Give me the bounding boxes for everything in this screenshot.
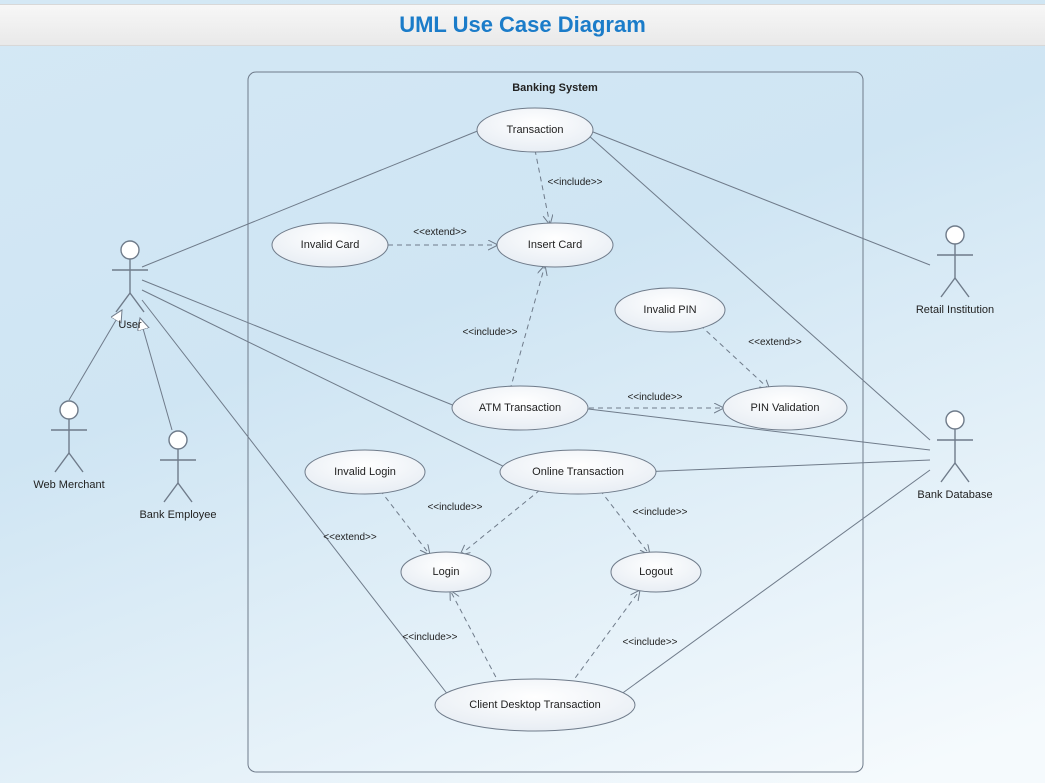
usecase-invalid-login-label: Invalid Login xyxy=(334,466,396,478)
actor-bank-database: Bank Database xyxy=(917,411,992,501)
usecase-invalid-card-label: Invalid Card xyxy=(301,239,360,251)
usecase-client-desktop-transaction: Client Desktop Transaction xyxy=(435,679,635,731)
actor-bank-database-label: Bank Database xyxy=(917,489,992,501)
actor-retail-institution-label: Retail Institution xyxy=(916,304,994,316)
assoc-user-atm xyxy=(142,280,460,408)
label-include-6: <<include>> xyxy=(402,632,457,643)
label-extend-3: <<extend>> xyxy=(323,532,377,543)
usecase-logout: Logout xyxy=(611,552,701,592)
actor-web-merchant: Web Merchant xyxy=(33,401,104,491)
gen-bankemployee-user xyxy=(140,318,172,430)
dep-online-logout xyxy=(600,490,650,555)
usecase-atm-transaction-label: ATM Transaction xyxy=(479,402,561,414)
label-extend-2: <<extend>> xyxy=(748,337,802,348)
usecase-insert-card-label: Insert Card xyxy=(528,239,582,251)
label-include-4: <<include>> xyxy=(427,502,482,513)
usecase-online-transaction-label: Online Transaction xyxy=(532,466,624,478)
dep-online-login xyxy=(460,490,540,555)
actor-user-label: User xyxy=(118,319,142,331)
usecase-login: Login xyxy=(401,552,491,592)
usecase-login-label: Login xyxy=(433,566,460,578)
usecase-atm-transaction: ATM Transaction xyxy=(452,386,588,430)
assoc-db-online xyxy=(640,460,930,472)
assoc-retail-transaction xyxy=(588,130,930,265)
dep-invalidlogin-login xyxy=(380,490,430,555)
label-include-1: <<include>> xyxy=(547,177,602,188)
usecase-online-transaction: Online Transaction xyxy=(500,450,656,494)
label-include-3: <<include>> xyxy=(627,392,682,403)
usecase-invalid-pin-label: Invalid PIN xyxy=(643,304,696,316)
usecase-insert-card: Insert Card xyxy=(497,223,613,267)
actor-bank-employee-label: Bank Employee xyxy=(139,509,216,521)
label-extend-1: <<extend>> xyxy=(413,227,467,238)
assoc-user-online xyxy=(142,290,515,472)
usecase-invalid-login: Invalid Login xyxy=(305,450,425,494)
diagram-canvas: Banking System <<include>> <<extend>> <<… xyxy=(0,0,1045,783)
label-include-7: <<include>> xyxy=(622,637,677,648)
usecase-invalid-pin: Invalid PIN xyxy=(615,288,725,332)
usecase-pin-validation: PIN Validation xyxy=(723,386,847,430)
usecase-invalid-card: Invalid Card xyxy=(272,223,388,267)
actor-retail-institution: Retail Institution xyxy=(916,226,994,316)
dep-invalidpin-pin xyxy=(700,325,770,390)
usecase-client-desktop-label: Client Desktop Transaction xyxy=(469,699,600,711)
usecase-pin-validation-label: PIN Validation xyxy=(751,402,820,414)
usecase-transaction-label: Transaction xyxy=(506,124,563,136)
actor-web-merchant-label: Web Merchant xyxy=(33,479,104,491)
gen-webmerchant-user xyxy=(69,310,122,400)
label-include-5: <<include>> xyxy=(632,507,687,518)
label-include-2: <<include>> xyxy=(462,327,517,338)
usecase-transaction: Transaction xyxy=(477,108,593,152)
actor-bank-employee: Bank Employee xyxy=(139,431,216,521)
system-name: Banking System xyxy=(512,82,598,94)
usecase-logout-label: Logout xyxy=(639,566,673,578)
